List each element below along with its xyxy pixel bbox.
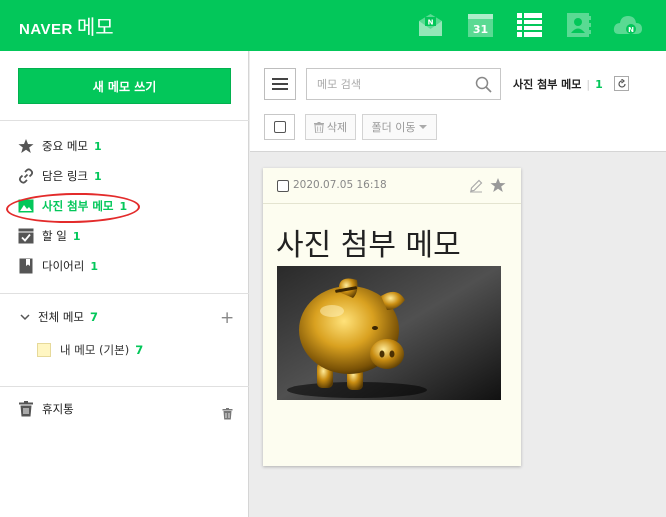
checkbox-icon <box>18 228 34 244</box>
link-icon <box>18 168 34 184</box>
memo-card[interactable]: 2020.07.05 16:18 사진 첨부 메모 <box>263 168 521 466</box>
all-memos-count: 7 <box>89 310 98 324</box>
star-icon[interactable] <box>490 177 506 197</box>
memo-image[interactable] <box>277 266 501 400</box>
menu-button[interactable] <box>264 68 296 100</box>
sidebar-item-label: 사진 첨부 메모 <box>42 199 114 213</box>
sidebar-item-todo[interactable]: 할 일 1 <box>18 225 80 247</box>
new-memo-button[interactable]: 새 메모 쓰기 <box>18 68 231 104</box>
folder-item-default[interactable]: 내 메모 (기본) 7 <box>37 342 143 358</box>
app-name: 메모 <box>76 15 114 39</box>
brand-logo[interactable]: NAVER 메모 <box>19 11 114 40</box>
sidebar-item-trash[interactable]: 휴지통 <box>18 401 74 417</box>
current-folder-count: 1 <box>595 77 603 91</box>
sidebar-divider <box>0 386 249 387</box>
trash-label: 휴지통 <box>42 402 74 416</box>
sidebar-item-label: 중요 메모 <box>42 139 88 153</box>
sidebar-item-links[interactable]: 담은 링크 1 <box>18 165 102 187</box>
sidebar-item-label: 담은 링크 <box>42 169 88 183</box>
current-folder-label: 사진 첨부 메모 <box>513 78 582 91</box>
refresh-icon <box>617 78 627 89</box>
sidebar-item-important[interactable]: 중요 메모 1 <box>18 135 102 157</box>
naver-logo: NAVER <box>19 21 73 38</box>
search-input[interactable] <box>307 69 467 99</box>
sidebar-item-diary[interactable]: 다이어리 1 <box>18 255 98 277</box>
chevron-down-icon <box>20 313 30 321</box>
search-icon[interactable] <box>475 76 492 97</box>
mail-icon[interactable]: N <box>417 12 444 38</box>
mail-badge: N <box>428 19 434 27</box>
cloud-icon[interactable]: N <box>613 12 643 38</box>
delete-label: 삭제 <box>326 121 348 134</box>
all-memos-toggle[interactable]: 전체 메모 7 <box>20 309 98 325</box>
cloud-badge: N <box>628 26 634 34</box>
caret-down-icon <box>419 125 428 129</box>
calendar-day: 31 <box>473 23 488 36</box>
sidebar-item-label: 다이어리 <box>42 259 85 273</box>
memo-date: 2020.07.05 16:18 <box>293 179 387 191</box>
memo-checkbox[interactable] <box>277 180 289 192</box>
all-memos-label: 전체 메모 <box>38 310 84 324</box>
memo-icon[interactable] <box>516 12 543 38</box>
folder-count: 7 <box>135 343 144 357</box>
folder-label: 내 메모 (기본) <box>60 343 130 357</box>
sidebar: 새 메모 쓰기 중요 메모 1 담은 링크 1 사진 첨부 메모 1 할 일 1… <box>0 51 249 517</box>
pencil-icon[interactable] <box>469 178 483 197</box>
calendar-icon[interactable]: 31 <box>467 12 494 38</box>
select-all-checkbox[interactable] <box>264 114 295 140</box>
empty-trash-icon[interactable] <box>222 405 233 424</box>
sidebar-item-count: 1 <box>93 169 102 183</box>
trash-icon <box>313 121 324 133</box>
trash-icon <box>18 401 34 417</box>
refresh-button[interactable] <box>614 76 629 91</box>
sidebar-divider <box>0 293 249 294</box>
memo-card-header: 2020.07.05 16:18 <box>263 168 521 204</box>
move-folder-label: 폴더 이동 <box>371 121 416 134</box>
memo-title: 사진 첨부 메모 <box>276 228 461 263</box>
sidebar-divider <box>0 120 249 121</box>
sidebar-item-count: 1 <box>90 259 98 273</box>
sidebar-item-count: 1 <box>72 229 81 243</box>
move-folder-button[interactable]: 폴더 이동 <box>362 114 437 140</box>
hamburger-icon <box>272 78 288 90</box>
top-bar: NAVER 메모 N 31 N <box>0 0 666 51</box>
search-box <box>306 68 501 100</box>
bookmark-icon <box>18 258 34 274</box>
folder-color-swatch <box>37 343 51 357</box>
current-folder: 사진 첨부 메모 | 1 <box>513 77 603 92</box>
sidebar-item-label: 할 일 <box>42 229 67 243</box>
add-folder-icon[interactable]: + <box>220 310 234 327</box>
delete-button[interactable]: 삭제 <box>305 114 356 140</box>
star-icon <box>18 138 34 154</box>
sidebar-item-count: 1 <box>119 199 128 213</box>
sidebar-item-count: 1 <box>93 139 102 153</box>
image-icon <box>18 198 34 214</box>
contacts-icon[interactable] <box>565 12 592 38</box>
sidebar-item-photo-memo[interactable]: 사진 첨부 메모 1 <box>18 195 127 217</box>
memo-toolbar: 사진 첨부 메모 | 1 삭제 폴더 이동 <box>250 51 666 152</box>
